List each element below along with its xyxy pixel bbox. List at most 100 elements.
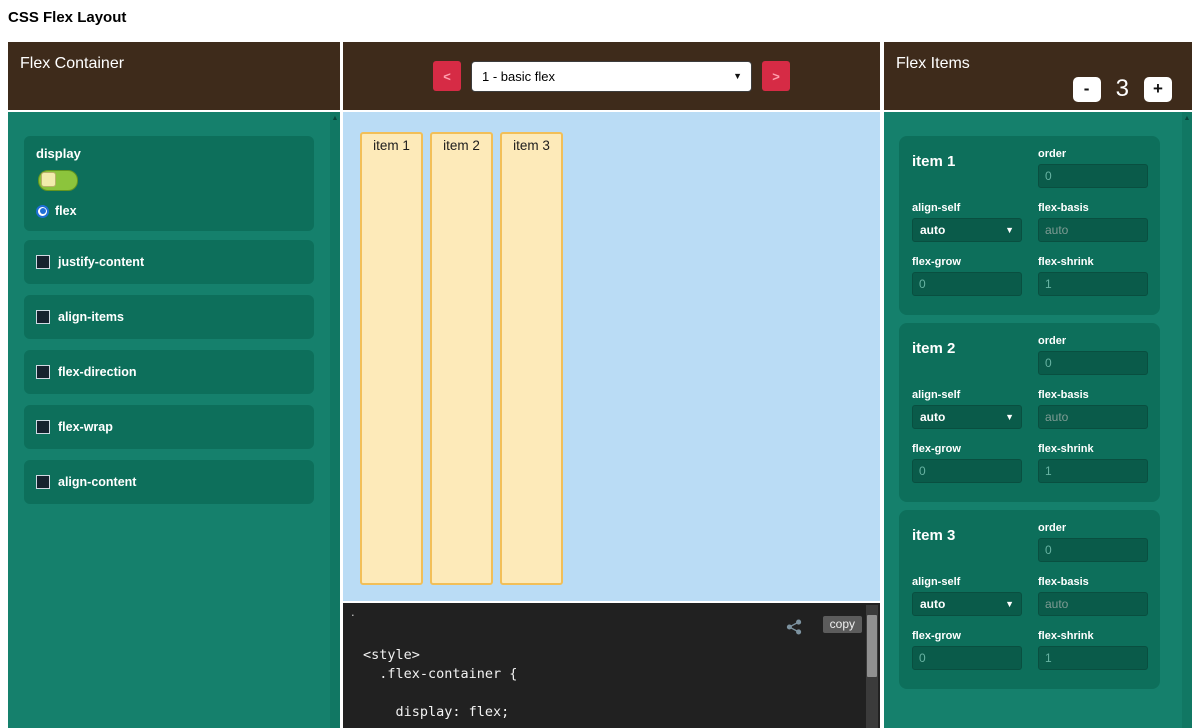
scroll-up-icon[interactable]: ▲	[1182, 112, 1192, 125]
remove-item-button[interactable]: -	[1073, 77, 1101, 102]
code-block: <style> .flex-container { display: flex;	[363, 646, 517, 722]
flex-grow-label: flex-grow	[912, 443, 1022, 455]
option-card-flex-wrap: flex-wrap	[24, 405, 314, 449]
card-row: item 3 order	[912, 522, 1148, 562]
code-scrollbar-thumb[interactable]	[867, 615, 877, 677]
code-scrollbar[interactable]	[866, 605, 878, 728]
align-items-label: align-items	[58, 310, 124, 324]
share-icon[interactable]	[786, 619, 802, 635]
align-self-value: auto	[920, 223, 945, 237]
flex-basis-input[interactable]	[1038, 592, 1148, 616]
flex-grow-field-group: flex-grow	[912, 443, 1022, 483]
flex-grow-label: flex-grow	[912, 256, 1022, 268]
chevron-down-icon: ▼	[1005, 599, 1014, 609]
flex-item: item 1	[360, 132, 423, 585]
copy-button[interactable]: copy	[823, 616, 862, 633]
flex-shrink-field-group: flex-shrink	[1038, 256, 1148, 296]
item-count-controls: - 3 +	[1073, 75, 1172, 103]
flex-radio[interactable]	[36, 205, 49, 218]
display-card: display flex	[24, 136, 314, 231]
flex-items-body: item 1 order align-self auto ▼ flex-basi…	[884, 112, 1192, 728]
align-self-label: align-self	[912, 389, 1022, 401]
flex-radio-label: flex	[55, 204, 77, 218]
flex-basis-input[interactable]	[1038, 405, 1148, 429]
flex-item: item 3	[500, 132, 563, 585]
flex-basis-label: flex-basis	[1038, 202, 1148, 214]
flex-shrink-input[interactable]	[1038, 646, 1148, 670]
item-card-1: item 1 order align-self auto ▼ flex-basi…	[899, 136, 1160, 315]
flex-container-title: Flex Container	[20, 55, 124, 73]
order-field-group: order	[1038, 335, 1148, 375]
flex-shrink-field-group: flex-shrink	[1038, 630, 1148, 670]
flex-grow-field-group: flex-grow	[912, 256, 1022, 296]
chevron-down-icon: ▼	[733, 71, 742, 81]
align-self-select[interactable]: auto ▼	[912, 592, 1022, 616]
flex-items-title: Flex Items	[896, 55, 970, 73]
flex-basis-label: flex-basis	[1038, 576, 1148, 588]
align-self-select[interactable]: auto ▼	[912, 218, 1022, 242]
justify-content-label: justify-content	[58, 255, 144, 269]
flex-shrink-label: flex-shrink	[1038, 256, 1148, 268]
align-self-value: auto	[920, 597, 945, 611]
align-self-field-group: align-self auto ▼	[912, 389, 1022, 429]
card-row: align-self auto ▼ flex-basis	[912, 202, 1148, 242]
flex-basis-label: flex-basis	[1038, 389, 1148, 401]
align-self-select[interactable]: auto ▼	[912, 405, 1022, 429]
display-toggle[interactable]	[38, 170, 78, 191]
code-line: .flex-container {	[363, 665, 517, 684]
code-line: display: flex;	[363, 703, 517, 722]
card-row: align-self auto ▼ flex-basis	[912, 389, 1148, 429]
flex-grow-label: flex-grow	[912, 630, 1022, 642]
option-card-align-items: align-items	[24, 295, 314, 339]
right-panel-scrollbar[interactable]: ▲	[1182, 112, 1192, 728]
flex-items-panel: Flex Items - 3 + item 1 order align-self…	[884, 42, 1192, 728]
flex-grow-input[interactable]	[912, 459, 1022, 483]
code-line	[363, 684, 517, 703]
next-example-button[interactable]: >	[762, 61, 790, 91]
flex-basis-field-group: flex-basis	[1038, 576, 1148, 616]
preview-header: < 1 - basic flex ▼ >	[343, 42, 880, 110]
flex-shrink-input[interactable]	[1038, 459, 1148, 483]
flex-preview-stage: item 1 item 2 item 3	[343, 112, 880, 601]
order-label: order	[1038, 148, 1148, 160]
card-row: item 2 order	[912, 335, 1148, 375]
order-label: order	[1038, 522, 1148, 534]
item-card-2: item 2 order align-self auto ▼ flex-basi…	[899, 323, 1160, 502]
align-items-checkbox[interactable]	[36, 310, 50, 324]
flex-basis-field-group: flex-basis	[1038, 389, 1148, 429]
order-input[interactable]	[1038, 164, 1148, 188]
flex-shrink-input[interactable]	[1038, 272, 1148, 296]
item-card-title: item 3	[912, 522, 1022, 562]
add-item-button[interactable]: +	[1144, 77, 1172, 102]
page-title: CSS Flex Layout	[8, 9, 126, 26]
flex-grow-input[interactable]	[912, 272, 1022, 296]
scroll-up-icon[interactable]: ▲	[330, 112, 340, 125]
prev-example-button[interactable]: <	[433, 61, 461, 91]
item-card-3: item 3 order align-self auto ▼ flex-basi…	[899, 510, 1160, 689]
card-row: item 1 order	[912, 148, 1148, 188]
align-content-label: align-content	[58, 475, 136, 489]
flex-items-header: Flex Items - 3 +	[884, 42, 1192, 110]
flex-container-header: Flex Container	[8, 42, 340, 110]
flex-shrink-label: flex-shrink	[1038, 630, 1148, 642]
display-label: display	[36, 146, 302, 161]
flex-direction-label: flex-direction	[58, 365, 137, 379]
flex-grow-input[interactable]	[912, 646, 1022, 670]
left-panel-scrollbar[interactable]: ▲	[330, 112, 340, 728]
code-line: <style>	[363, 646, 517, 665]
justify-content-checkbox[interactable]	[36, 255, 50, 269]
item-card-title: item 2	[912, 335, 1022, 375]
flex-basis-input[interactable]	[1038, 218, 1148, 242]
flex-wrap-checkbox[interactable]	[36, 420, 50, 434]
order-input[interactable]	[1038, 351, 1148, 375]
item-card-title: item 1	[912, 148, 1022, 188]
chevron-down-icon: ▼	[1005, 412, 1014, 422]
flex-wrap-label: flex-wrap	[58, 420, 113, 434]
item-count: 3	[1116, 75, 1129, 103]
flex-container-body: display flex justify-content align-items…	[8, 112, 340, 728]
chevron-down-icon: ▼	[1005, 225, 1014, 235]
example-select[interactable]: 1 - basic flex ▼	[471, 61, 752, 92]
flex-direction-checkbox[interactable]	[36, 365, 50, 379]
order-input[interactable]	[1038, 538, 1148, 562]
align-content-checkbox[interactable]	[36, 475, 50, 489]
